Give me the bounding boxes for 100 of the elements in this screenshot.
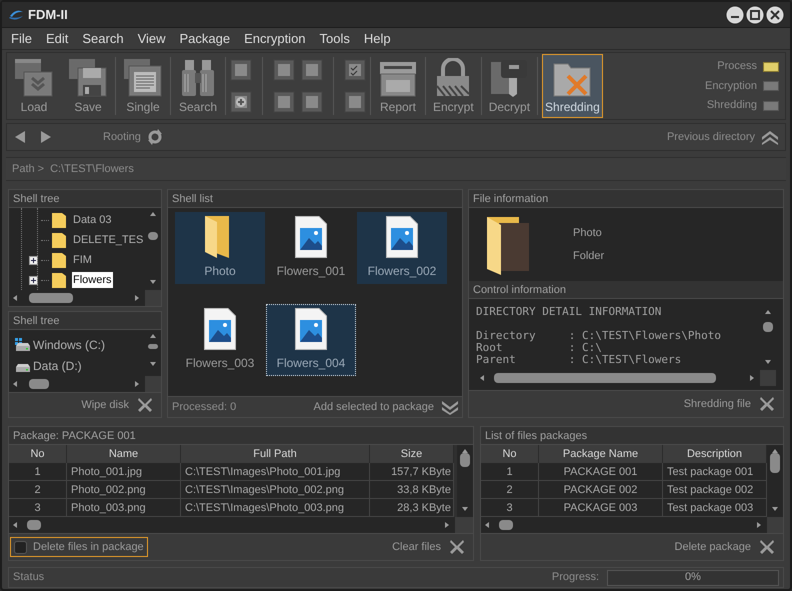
close-icon[interactable] bbox=[766, 6, 784, 24]
table-cell: C:\TEST\Images\Photo_002.png bbox=[181, 481, 370, 499]
table-cell: Photo_003.png bbox=[67, 499, 181, 517]
scrollbar[interactable] bbox=[457, 445, 473, 517]
scroll-thumb[interactable] bbox=[770, 453, 780, 473]
column-header[interactable]: Size bbox=[370, 445, 454, 463]
maximize-icon[interactable] bbox=[746, 6, 764, 24]
scroll-arrow-icon[interactable] bbox=[771, 448, 779, 456]
image-file-icon bbox=[204, 308, 236, 350]
forward-arrow-icon[interactable] bbox=[39, 130, 53, 144]
scroll-arrow-icon[interactable] bbox=[149, 333, 157, 341]
drive-icon bbox=[15, 338, 31, 352]
indicator-label: Process bbox=[717, 59, 757, 74]
shell-list-item[interactable]: Flowers_004 bbox=[266, 304, 356, 376]
shell-list-item[interactable]: Flowers_003 bbox=[175, 304, 265, 376]
image-file-icon bbox=[386, 216, 418, 258]
shell-list-item[interactable]: Flowers_002 bbox=[357, 212, 447, 284]
scrollbar[interactable] bbox=[767, 445, 783, 517]
shell-list-item[interactable]: Photo bbox=[175, 212, 265, 284]
tree-item[interactable]: Data 03 bbox=[72, 212, 113, 228]
shell-list-item[interactable]: Flowers_001 bbox=[266, 212, 356, 284]
progress-reading: 0% bbox=[685, 570, 701, 586]
scroll-thumb[interactable] bbox=[148, 344, 158, 349]
panel-action-button[interactable]: Shredding file bbox=[684, 396, 775, 412]
panel-title: Shell tree bbox=[9, 190, 161, 208]
toolbar-button[interactable]: Report bbox=[375, 54, 421, 118]
delete-files-checkbox[interactable]: Delete files in package bbox=[10, 537, 148, 557]
menu-item[interactable]: View bbox=[132, 28, 171, 48]
progress-label: Progress: bbox=[552, 570, 599, 586]
toolbar-button[interactable]: Shredding bbox=[542, 54, 603, 118]
panel-action-button[interactable]: Clear files bbox=[392, 538, 465, 556]
toolbar-button[interactable]: Encrypt bbox=[430, 54, 477, 118]
table-cell: PACKAGE 003 bbox=[539, 499, 663, 517]
drive-item[interactable]: Windows (C:) bbox=[33, 336, 106, 354]
panel-title: Shell list bbox=[168, 190, 462, 208]
double-chevron-down-icon bbox=[442, 399, 458, 415]
column-header[interactable]: Description bbox=[663, 445, 767, 463]
stacked-windows-icon bbox=[14, 58, 54, 98]
toolbar-button[interactable]: Save bbox=[65, 54, 111, 118]
scroll-thumb[interactable] bbox=[29, 379, 49, 389]
back-arrow-icon[interactable] bbox=[13, 130, 27, 144]
scroll-thumb[interactable] bbox=[494, 373, 716, 383]
tree-item[interactable]: DELETE_TES bbox=[72, 232, 144, 248]
control-info-line: DIRECTORY DETAIL INFORMATION bbox=[476, 306, 662, 318]
scroll-thumb[interactable] bbox=[148, 232, 158, 240]
menu-item[interactable]: Tools bbox=[314, 28, 355, 48]
table-cell: 2 bbox=[481, 481, 539, 499]
checklist-icon[interactable] bbox=[344, 59, 366, 81]
scroll-arrow-icon[interactable] bbox=[149, 211, 157, 219]
scroll-arrow-icon[interactable] bbox=[12, 521, 20, 529]
scroll-thumb[interactable] bbox=[27, 520, 41, 530]
scroll-thumb[interactable] bbox=[460, 453, 470, 467]
scroll-arrow-icon[interactable] bbox=[764, 309, 772, 317]
toolbar-button[interactable]: Load bbox=[11, 54, 57, 118]
menu-item[interactable]: Package bbox=[174, 28, 236, 48]
toolbar-button[interactable]: Single bbox=[120, 54, 166, 118]
scroll-thumb[interactable] bbox=[763, 322, 773, 332]
expand-icon[interactable] bbox=[29, 276, 38, 284]
table-cell: 28,3 KByte bbox=[370, 499, 454, 517]
path-value: C:\TEST\Flowers bbox=[50, 162, 134, 177]
image-file-icon bbox=[295, 216, 327, 258]
scroll-thumb[interactable] bbox=[29, 293, 73, 303]
control-info-line: Directory : C:\TEST\Flowers\Photo bbox=[476, 330, 722, 342]
column-header[interactable]: Package Name bbox=[539, 445, 663, 463]
app-logo-icon bbox=[8, 8, 24, 22]
table-cell: Photo_002.png bbox=[67, 481, 181, 499]
status-text: Status bbox=[13, 570, 44, 586]
scroll-arrow-icon[interactable] bbox=[12, 380, 20, 388]
expand-icon[interactable] bbox=[29, 256, 38, 264]
column-header[interactable]: Full Path bbox=[181, 445, 370, 463]
scroll-arrow-icon[interactable] bbox=[461, 448, 469, 456]
menu-item[interactable]: Edit bbox=[40, 28, 74, 48]
double-chevron-up-icon bbox=[761, 129, 779, 145]
toolbar-button[interactable]: Decrypt bbox=[486, 54, 534, 118]
menu-item[interactable]: Help bbox=[358, 28, 396, 48]
column-header[interactable]: No bbox=[9, 445, 67, 463]
path-label: Path > bbox=[12, 162, 44, 177]
column-header[interactable]: Name bbox=[67, 445, 181, 463]
menu-item[interactable]: File bbox=[6, 28, 37, 48]
column-header[interactable]: No bbox=[481, 445, 539, 463]
toolbar-button[interactable]: Search bbox=[175, 54, 221, 118]
add-to-package-button[interactable]: Add selected to package bbox=[314, 398, 458, 416]
menu-item[interactable]: Encryption bbox=[239, 28, 311, 48]
table-cell: PACKAGE 001 bbox=[539, 463, 663, 481]
control-info-line: Parent : C:\TEST\Flowers bbox=[476, 354, 682, 366]
minimize-icon[interactable] bbox=[726, 6, 744, 24]
scroll-thumb[interactable] bbox=[499, 520, 513, 530]
drive-item[interactable]: Data (D:) bbox=[33, 356, 82, 374]
tree-item[interactable]: FIM bbox=[72, 252, 93, 268]
table-cell: PACKAGE 002 bbox=[539, 481, 663, 499]
scroll-arrow-icon[interactable] bbox=[479, 374, 487, 382]
menu-item[interactable]: Search bbox=[77, 28, 129, 48]
window-plus-icon[interactable] bbox=[230, 91, 252, 113]
scroll-arrow-icon[interactable] bbox=[484, 521, 492, 529]
x-icon bbox=[759, 539, 775, 555]
scroll-arrow-icon[interactable] bbox=[12, 294, 20, 302]
x-icon bbox=[759, 396, 775, 412]
tree-item[interactable]: Flowers bbox=[72, 272, 113, 288]
panel-title: Shell tree bbox=[9, 312, 161, 330]
indicator-label: Shredding bbox=[706, 98, 757, 114]
